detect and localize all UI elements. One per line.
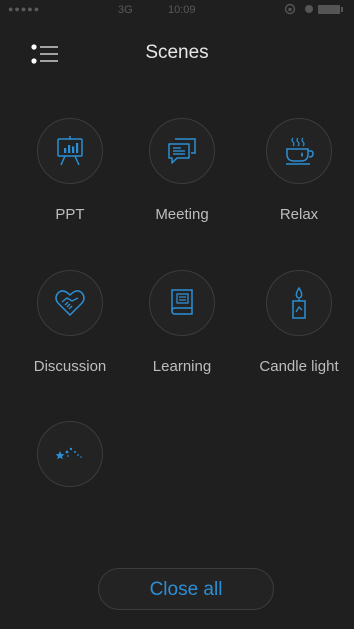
header: Scenes	[0, 22, 354, 82]
scene-icon-circle[interactable]	[149, 118, 215, 184]
status-bar: ●●●●● 3G 10:09	[0, 0, 354, 20]
stars-icon	[55, 447, 82, 460]
scene-discussion[interactable]: Discussion	[15, 270, 125, 375]
scene-relax[interactable]: Relax	[244, 118, 354, 223]
scene-ppt[interactable]: PPT	[15, 118, 125, 223]
page-title: Scenes	[145, 42, 209, 63]
clock: 10:09	[168, 4, 196, 16]
scene-stars[interactable]	[15, 421, 125, 509]
scene-icon-circle[interactable]	[37, 118, 103, 184]
scene-meeting[interactable]: Meeting	[127, 118, 237, 223]
handshake-heart-icon	[55, 290, 85, 316]
close-all-button[interactable]: Close all	[98, 568, 274, 610]
chat-bubbles-icon	[168, 138, 196, 164]
scene-icon-circle[interactable]	[266, 118, 332, 184]
alarm-icon	[304, 2, 314, 19]
candle-icon	[292, 286, 306, 319]
signal-strength-indicator: ●●●●●	[8, 4, 41, 14]
scene-label: Discussion	[33, 358, 107, 375]
scene-label: Meeting	[155, 206, 209, 223]
scene-label: Candle light	[259, 358, 339, 375]
battery-icon	[318, 5, 343, 14]
scene-label: Learning	[152, 358, 212, 375]
scene-icon-circle[interactable]	[37, 270, 103, 336]
scene-learning[interactable]: Learning	[127, 270, 237, 375]
scene-label: PPT	[55, 206, 85, 223]
scene-label: Relax	[279, 206, 319, 223]
scene-icon-circle[interactable]	[149, 270, 215, 336]
scene-candle-light[interactable]: Candle light	[244, 270, 354, 375]
coffee-cup-icon	[286, 137, 314, 165]
scene-icon-circle[interactable]	[266, 270, 332, 336]
book-icon	[171, 289, 193, 315]
rotation-lock-icon	[284, 3, 296, 18]
carrier-label: 3G	[118, 4, 133, 16]
presentation-board-icon	[57, 136, 83, 166]
scene-icon-circle[interactable]	[37, 421, 103, 487]
